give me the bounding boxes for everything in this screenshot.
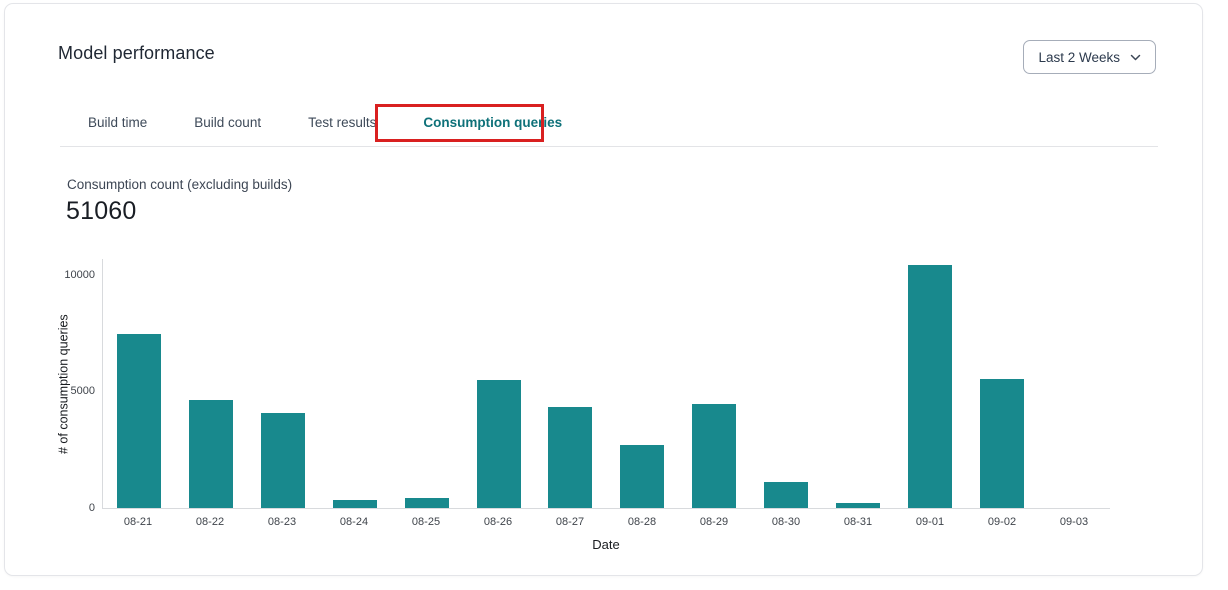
plot-area: 0500010000 xyxy=(102,259,1110,509)
bar-09-01[interactable] xyxy=(908,265,952,508)
date-range-dropdown[interactable]: Last 2 Weeks xyxy=(1023,40,1156,74)
bar-08-24[interactable] xyxy=(333,500,377,508)
x-axis-title: Date xyxy=(102,537,1110,552)
bar-slot-08-23 xyxy=(247,259,319,508)
x-axis-labels: 08-2108-2208-2308-2408-2508-2608-2708-28… xyxy=(102,516,1110,528)
bar-slot-08-30 xyxy=(750,259,822,508)
y-tick-5000: 5000 xyxy=(71,385,95,397)
bar-slot-08-27 xyxy=(535,259,607,508)
tab-consumption-queries[interactable]: Consumption queries xyxy=(423,115,562,130)
bar-08-30[interactable] xyxy=(764,482,808,508)
x-tick-08-28: 08-28 xyxy=(606,516,678,528)
bar-slot-08-29 xyxy=(678,259,750,508)
y-tick-10000: 10000 xyxy=(64,269,95,281)
x-tick-09-03: 09-03 xyxy=(1038,516,1110,528)
x-tick-08-26: 08-26 xyxy=(462,516,534,528)
bar-slot-08-25 xyxy=(391,259,463,508)
bar-slot-08-26 xyxy=(463,259,535,508)
bar-slot-08-31 xyxy=(822,259,894,508)
x-tick-08-21: 08-21 xyxy=(102,516,174,528)
bar-09-02[interactable] xyxy=(980,379,1024,508)
x-tick-08-22: 08-22 xyxy=(174,516,246,528)
bar-08-21[interactable] xyxy=(117,334,161,508)
bar-slot-08-28 xyxy=(606,259,678,508)
bar-slot-09-02 xyxy=(966,259,1038,508)
tab-build-time[interactable]: Build time xyxy=(88,115,147,130)
y-axis-title: # of consumption queries xyxy=(55,259,72,509)
x-tick-08-31: 08-31 xyxy=(822,516,894,528)
tab-bar: Build time Build count Test results Consump… xyxy=(88,115,562,130)
chevron-down-icon xyxy=(1130,54,1141,61)
bar-08-27[interactable] xyxy=(548,407,592,508)
bar-08-22[interactable] xyxy=(189,400,233,508)
bar-slot-08-21 xyxy=(103,259,175,508)
x-tick-08-30: 08-30 xyxy=(750,516,822,528)
model-performance-card: Model performance Last 2 Weeks Build tim… xyxy=(4,3,1203,576)
x-tick-08-25: 08-25 xyxy=(390,516,462,528)
metric-value: 51060 xyxy=(66,197,137,226)
x-tick-09-01: 09-01 xyxy=(894,516,966,528)
model-performance-screen: Model performance Last 2 Weeks Build tim… xyxy=(0,0,1228,590)
date-range-value: Last 2 Weeks xyxy=(1038,50,1120,65)
bar-08-26[interactable] xyxy=(477,380,521,508)
tab-build-count[interactable]: Build count xyxy=(194,115,261,130)
x-tick-08-24: 08-24 xyxy=(318,516,390,528)
tab-test-results[interactable]: Test results xyxy=(308,115,376,130)
page-title: Model performance xyxy=(58,43,215,64)
bar-08-23[interactable] xyxy=(261,413,305,508)
x-tick-08-23: 08-23 xyxy=(246,516,318,528)
bar-08-28[interactable] xyxy=(620,445,664,508)
x-tick-08-27: 08-27 xyxy=(534,516,606,528)
bar-slot-08-24 xyxy=(319,259,391,508)
bar-08-29[interactable] xyxy=(692,404,736,508)
metric-label: Consumption count (excluding builds) xyxy=(67,177,292,192)
x-tick-08-29: 08-29 xyxy=(678,516,750,528)
y-tick-0: 0 xyxy=(89,502,95,514)
bar-08-31[interactable] xyxy=(836,503,880,508)
x-tick-09-02: 09-02 xyxy=(966,516,1038,528)
tab-divider xyxy=(60,146,1158,147)
bar-slot-08-22 xyxy=(175,259,247,508)
bar-series xyxy=(103,259,1110,508)
bar-slot-09-03 xyxy=(1038,259,1110,508)
bar-slot-09-01 xyxy=(894,259,966,508)
bar-08-25[interactable] xyxy=(405,498,449,508)
